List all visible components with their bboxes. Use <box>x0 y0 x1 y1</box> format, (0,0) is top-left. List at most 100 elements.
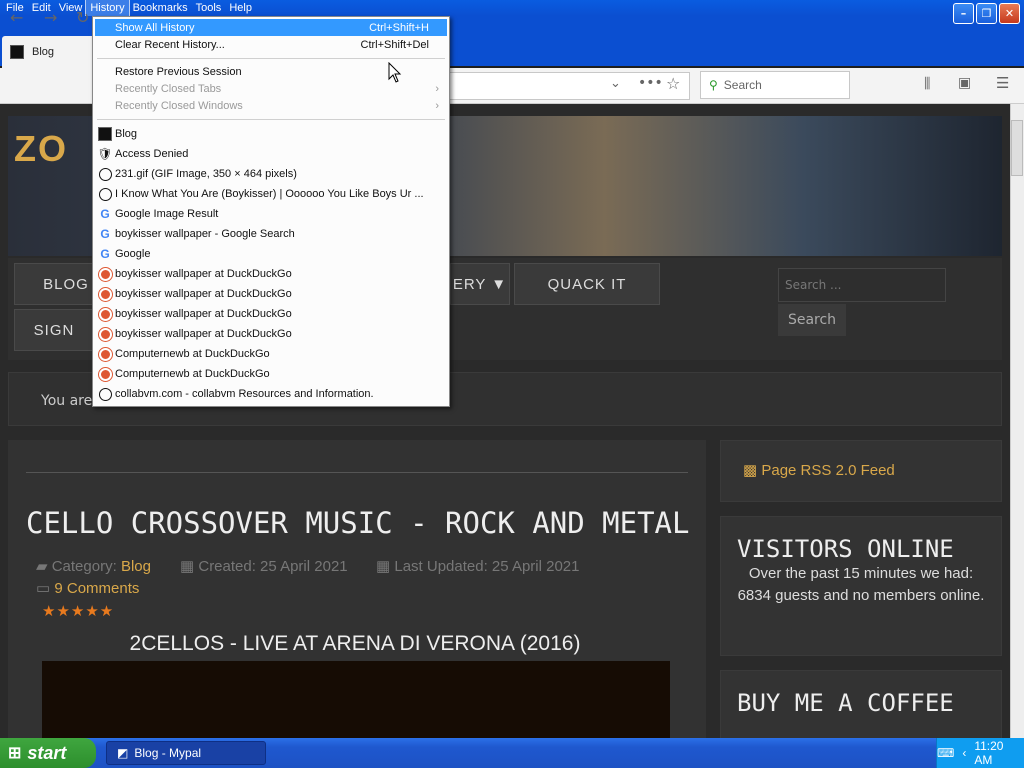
tab-blog[interactable]: Blog <box>2 36 102 68</box>
blog-favicon-icon <box>10 45 24 59</box>
article-created: ▦ Created: 25 April 2021 <box>180 557 348 575</box>
history-entry[interactable]: boykisser wallpaper at DuckDuckGo <box>95 264 447 284</box>
history-entry[interactable]: collabvm.com - collabvm Resources and In… <box>95 384 447 404</box>
rss-label[interactable]: Page RSS 2.0 Feed <box>761 462 894 479</box>
search-icon: ⚲ <box>709 78 718 92</box>
site-search-button[interactable]: Search <box>778 304 846 336</box>
history-entry[interactable]: G Google Image Result <box>95 204 447 224</box>
minimize-button[interactable]: – <box>953 3 974 24</box>
item-label: Restore Previous Session <box>115 65 242 78</box>
history-entry[interactable]: Gboykisser wallpaper - Google Search <box>95 224 447 244</box>
menu-separator <box>97 119 445 120</box>
history-entry-label: Access Denied <box>115 148 189 160</box>
chevron-right-icon: › <box>435 99 439 112</box>
back-icon[interactable]: ← <box>10 8 23 27</box>
entry-icon-wrapper: G <box>98 247 112 261</box>
windows-logo-icon: ⊞ <box>8 745 22 762</box>
visitors-text: Over the past 15 minutes we had: 6834 gu… <box>737 565 985 604</box>
entry-icon-wrapper <box>98 367 112 381</box>
comments-link[interactable]: 9 Comments <box>54 580 139 597</box>
globe-icon <box>98 387 112 401</box>
scrollbar[interactable] <box>1010 104 1024 738</box>
tray-chevron-icon[interactable]: ‹ <box>962 746 966 760</box>
calendar-icon: ▦ <box>376 558 391 575</box>
lock-icon: 🛡 <box>97 147 113 161</box>
chevron-down-icon[interactable]: ⌄ <box>610 76 621 91</box>
nav-sign[interactable]: SIGN <box>14 309 94 351</box>
scrollbar-thumb[interactable] <box>1011 120 1023 176</box>
taskbar-item-blog[interactable]: ◩ Blog - Mypal <box>106 741 266 765</box>
mouse-cursor-icon <box>388 62 402 83</box>
updated-date: Last Updated: 25 April 2021 <box>394 558 580 575</box>
history-entry[interactable]: 🛡 Access Denied <box>95 144 447 164</box>
item-label: Recently Closed Windows <box>115 99 243 112</box>
browser-icon: ◩ <box>117 746 129 760</box>
nav-gallery[interactable]: ERY ▼ <box>450 263 510 305</box>
history-entry[interactable]: Blog <box>95 124 447 144</box>
history-entry[interactable]: boykisser wallpaper at DuckDuckGo <box>95 304 447 324</box>
maximize-button[interactable]: ❐ <box>976 3 997 24</box>
menu-tools[interactable]: Tools <box>192 0 226 16</box>
menu-bookmarks[interactable]: Bookmarks <box>129 0 192 16</box>
entry-icon-wrapper <box>98 127 112 141</box>
duckduckgo-icon <box>98 267 112 281</box>
history-entry[interactable]: 231.gif (GIF Image, 350 × 464 pixels) <box>95 164 447 184</box>
item-label: Recently Closed Tabs <box>115 82 222 95</box>
clock: 11:20 AM <box>974 739 1004 767</box>
hamburger-menu-icon[interactable]: ☰ <box>996 74 1009 92</box>
reload-icon[interactable]: ↻ <box>76 8 89 27</box>
globe-icon <box>98 187 112 201</box>
start-button[interactable]: ⊞ start <box>0 738 96 768</box>
item-label: Show All History <box>115 21 195 34</box>
blog-favicon-icon <box>98 127 112 141</box>
history-entry[interactable]: I Know What You Are (Boykisser) | Oooooo… <box>95 184 447 204</box>
duckduckgo-icon <box>98 367 112 381</box>
site-search-input[interactable]: Search ... <box>778 268 946 302</box>
menu-history[interactable]: History <box>85 0 130 17</box>
history-entry[interactable]: boykisser wallpaper at DuckDuckGo <box>95 324 447 344</box>
system-tray: ⌨ ‹ 11:20 AM <box>936 738 1024 768</box>
close-button[interactable]: ✕ <box>999 3 1020 24</box>
star-icon[interactable]: ☆ <box>666 74 680 93</box>
history-entry[interactable]: Computernewb at DuckDuckGo <box>95 344 447 364</box>
sidebar-icon[interactable]: ▣ <box>958 75 971 91</box>
library-icon[interactable]: ⫼ <box>924 76 930 92</box>
rss-panel: ▩ Page RSS 2.0 Feed <box>720 440 1002 502</box>
coffee-title: BUY ME A COFFEE <box>737 689 954 717</box>
task-label: Blog - Mypal <box>134 746 202 760</box>
item-shortcut: Ctrl+Shift+H <box>369 21 429 34</box>
entry-icon-wrapper: G <box>98 207 112 221</box>
entry-icon-wrapper: 🛡 <box>97 147 113 161</box>
keyboard-icon[interactable]: ⌨ <box>937 746 954 760</box>
rating-stars[interactable]: ★★★★★ <box>42 602 114 620</box>
visitors-title: VISITORS ONLINE <box>737 535 954 563</box>
history-entry[interactable]: Computernewb at DuckDuckGo <box>95 364 447 384</box>
history-entry[interactable]: G Google <box>95 244 447 264</box>
more-icon[interactable]: ••• <box>638 75 663 91</box>
menu-help[interactable]: Help <box>225 0 256 16</box>
divider <box>26 472 688 473</box>
article-title[interactable]: CELLO CROSSOVER MUSIC - ROCK AND METAL <box>26 506 689 540</box>
history-entry-label: collabvm.com - collabvm Resources and In… <box>115 388 374 400</box>
history-entry-label: I Know What You Are (Boykisser) | Oooooo… <box>115 188 424 200</box>
entry-icon-wrapper <box>98 167 112 181</box>
rss-link[interactable]: ▩ Page RSS 2.0 Feed <box>721 441 1001 479</box>
video-embed[interactable] <box>42 661 670 741</box>
history-entry[interactable]: boykisser wallpaper at DuckDuckGo <box>95 284 447 304</box>
show-all-history-item[interactable]: Show All History Ctrl+Shift+H <box>95 19 447 36</box>
history-entry-label: boykisser wallpaper at DuckDuckGo <box>115 268 292 280</box>
search-input[interactable]: ⚲ Search <box>700 71 850 99</box>
history-entry-label: boykisser wallpaper at DuckDuckGo <box>115 308 292 320</box>
clear-recent-history-item[interactable]: Clear Recent History... Ctrl+Shift+Del <box>95 36 447 53</box>
entry-icon-wrapper <box>98 267 112 281</box>
visitors-panel: VISITORS ONLINE Over the past 15 minutes… <box>720 516 1002 656</box>
chevron-right-icon: › <box>435 82 439 95</box>
nav-quack-it[interactable]: QUACK IT <box>514 263 660 305</box>
history-entry-label: Computernewb at DuckDuckGo <box>115 348 270 360</box>
forward-icon[interactable]: → <box>44 8 57 27</box>
duckduckgo-icon <box>98 327 112 341</box>
window-controls: – ❐ ✕ <box>953 3 1020 24</box>
article-comments[interactable]: ▭ 9 Comments <box>36 579 139 597</box>
menu-separator <box>97 58 445 59</box>
category-link[interactable]: Blog <box>121 558 151 575</box>
